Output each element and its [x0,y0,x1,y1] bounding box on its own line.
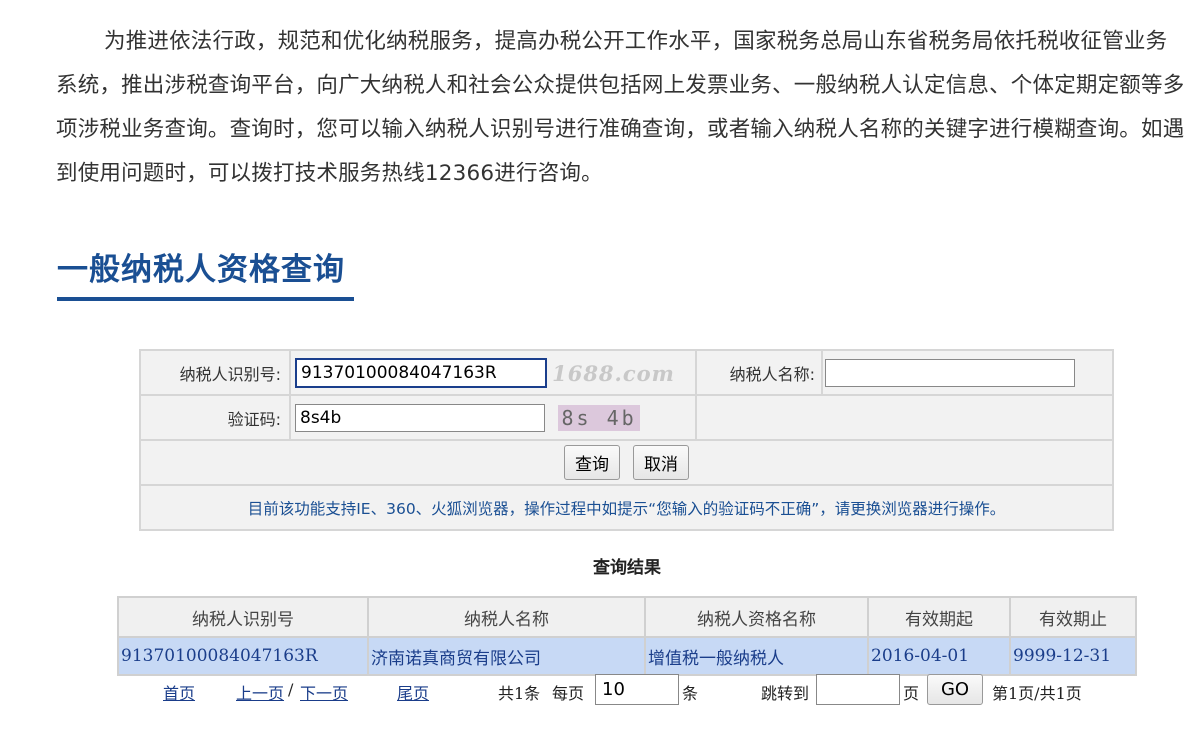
empty-cell [695,394,1114,441]
header-taxpayer-id: 纳税人识别号 [117,596,369,638]
pager: 首页 上一页 / 下一页 尾页 共1条 每页 条 跳转到 页 GO 第1页/共1… [0,674,1203,706]
header-valid-to: 有效期止 [1009,596,1137,638]
captcha-image[interactable]: 8s 4b [558,405,641,431]
cell-qualification: 增值税一般纳税人 [644,636,869,676]
jump-page-input[interactable] [816,674,900,705]
total-count: 共1条 [498,684,541,703]
taxpayer-id-label: 纳税人识别号: [139,349,291,396]
go-button[interactable]: GO [927,674,983,705]
captcha-cell: 8s 4b [289,394,697,441]
jump-label: 跳转到 [761,684,810,703]
taxpayer-name-label: 纳税人名称: [695,349,823,396]
cancel-button[interactable]: 取消 [633,445,690,480]
browser-notice: 目前该功能支持IE、360、火狐浏览器，操作过程中如提示“您输入的验证码不正确”… [139,484,1114,531]
header-taxpayer-name: 纳税人名称 [367,596,646,638]
watermark-text: 1688.com [552,360,675,386]
prev-page-link[interactable]: 上一页 [236,680,284,704]
result-table: 纳税人识别号 纳税人名称 纳税人资格名称 有效期起 有效期止 913701000… [117,596,1137,676]
button-row: 查询 取消 [139,439,1114,486]
result-header-row: 纳税人识别号 纳税人名称 纳税人资格名称 有效期起 有效期止 [117,596,1137,638]
query-button[interactable]: 查询 [563,445,620,480]
captcha-label: 验证码: [139,394,291,441]
cell-taxpayer-id: 91370100084047163R [117,636,369,676]
taxpayer-id-cell: 1688.com [289,349,697,396]
next-page-link[interactable]: 下一页 [300,680,348,704]
query-form: 纳税人识别号: 1688.com 纳税人名称: 验证码: 8s 4b 查询 取消… [139,349,1114,531]
header-valid-from: 有效期起 [867,596,1011,638]
jump-unit: 页 [903,684,920,703]
cell-valid-to: 9999-12-31 [1009,636,1137,676]
page-info: 第1页/共1页 [992,684,1082,703]
table-row[interactable]: 91370100084047163R 济南诺真商贸有限公司 增值税一般纳税人 2… [117,636,1137,676]
per-page-input[interactable] [595,674,679,705]
taxpayer-name-input[interactable] [825,358,1075,387]
captcha-input[interactable] [295,403,545,432]
cell-valid-from: 2016-04-01 [867,636,1011,676]
per-page-label: 每页 [552,684,585,703]
intro-paragraph: 为推进依法行政，规范和优化纳税服务，提高办税公开工作水平，国家税务总局山东省税务… [56,29,1185,186]
first-page-link[interactable]: 首页 [163,680,195,704]
taxpayer-id-input[interactable] [295,357,547,388]
last-page-link[interactable]: 尾页 [397,680,429,704]
per-page-unit: 条 [682,684,699,703]
section-underline [57,297,354,301]
header-qualification: 纳税人资格名称 [644,596,869,638]
taxpayer-name-cell [821,349,1114,396]
result-title: 查询结果 [593,558,661,578]
pager-separator: / [288,680,294,699]
section-title: 一般纳税人资格查询 [57,252,345,288]
cell-taxpayer-name: 济南诺真商贸有限公司 [367,636,646,676]
